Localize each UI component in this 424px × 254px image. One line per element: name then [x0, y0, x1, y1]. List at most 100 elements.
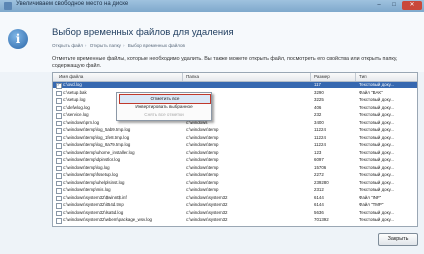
- table-row[interactable]: c:\windows\system32\lsa5d.log c:\windows\…: [53, 209, 417, 217]
- row-checkbox[interactable]: [56, 180, 62, 187]
- cell-type: Текстовый доку...: [359, 119, 394, 125]
- row-checkbox[interactable]: [56, 120, 62, 127]
- cell-type: Текстовый доку...: [359, 164, 394, 170]
- page-title: Выбор временных файлов для удаления: [52, 27, 234, 38]
- row-checkbox[interactable]: [56, 218, 62, 224]
- cell-size: 11224: [314, 134, 326, 140]
- row-checkbox[interactable]: [56, 135, 62, 142]
- info-icon: i: [8, 29, 28, 49]
- cell-size: 11224: [314, 142, 326, 147]
- column-type[interactable]: Тип: [359, 74, 367, 79]
- cell-name: c:\windows\temp\uhelplsinst.log: [63, 179, 125, 185]
- cell-type: Текстовый доку...: [359, 157, 394, 162]
- column-divider[interactable]: [182, 73, 183, 81]
- cell-folder: c:\windows\system32: [186, 194, 228, 200]
- cell-size: 117: [314, 82, 321, 87]
- row-checkbox[interactable]: [56, 105, 62, 112]
- table-row[interactable]: c:\windows\system32\$winnt$.inf c:\window…: [53, 194, 417, 202]
- table-row[interactable]: c:\windows\temp\uhelplsinst.log c:\window…: [53, 179, 417, 187]
- cell-size: 701392: [314, 217, 329, 222]
- files-table[interactable]: Имя файла Папка Размер Тип c:\ovd.log 117…: [52, 72, 418, 227]
- table-row[interactable]: c:\windows\system32\wbem\package_wsv.log…: [53, 217, 417, 224]
- cell-folder: c:\windows\temp: [186, 164, 219, 170]
- cell-type: Текстовый доку...: [359, 217, 394, 222]
- cell-size: 5636: [314, 209, 324, 215]
- cell-name: c:\windows\system32\lsa5d.log: [63, 209, 124, 215]
- table-row[interactable]: c:\service.log 232 Текстовый доку...: [53, 112, 417, 119]
- table-row[interactable]: c:\windows\temp\log.log c:\windows\temp 15…: [53, 164, 417, 172]
- cell-size: 6097: [314, 157, 324, 162]
- cell-size: 406: [314, 104, 322, 110]
- window-title: Увеличиваем свободное место на диске: [16, 1, 129, 7]
- table-row[interactable]: c:\windows\temp\log_8a79.tmp.log c:\windo…: [53, 142, 417, 149]
- breadcrumb-separator: ›: [122, 43, 125, 48]
- row-checkbox[interactable]: [56, 203, 62, 209]
- cell-folder: c:\windows\temp: [186, 179, 219, 185]
- table-row[interactable]: c:\defwlog.log 406 Текстовый доку...: [53, 104, 417, 112]
- cell-folder: c:\windows\temp: [186, 142, 219, 147]
- cell-type: Текстовый доку...: [359, 187, 394, 192]
- cell-size: 239280: [314, 179, 329, 185]
- table-row[interactable]: c:\setup.bak 3290 Файл "BAK": [53, 89, 417, 97]
- app-icon: [4, 2, 12, 10]
- row-checkbox[interactable]: [56, 150, 62, 157]
- cell-size: 123: [314, 149, 322, 155]
- cell-size: 11224: [314, 127, 326, 132]
- table-row[interactable]: c:\windows\temp\uhome_installer.log c:\wi…: [53, 149, 417, 157]
- column-divider[interactable]: [310, 73, 311, 81]
- cell-type: Текстовый доку...: [359, 127, 394, 132]
- row-checkbox[interactable]: [56, 113, 62, 119]
- step-select-files[interactable]: Выбор временных файлов: [128, 43, 185, 48]
- column-name[interactable]: Имя файла: [59, 74, 83, 79]
- cell-type: Текстовый доку...: [359, 179, 394, 185]
- maximize-button[interactable]: □: [387, 1, 401, 10]
- row-checkbox[interactable]: [56, 82, 62, 89]
- cell-type: Текстовый доку...: [359, 97, 394, 102]
- row-checkbox[interactable]: [56, 210, 62, 217]
- cell-name: c:\setup.bak: [63, 89, 87, 95]
- table-row[interactable]: c:\windows\temp\log_5ab9.tmp.log c:\windo…: [53, 127, 417, 134]
- step-open-folder[interactable]: Открыть папку: [90, 43, 121, 48]
- cell-folder: c:\windows\system32: [186, 209, 228, 215]
- table-row[interactable]: c:\windows\temp\log_1fe8.tmp.log c:\windo…: [53, 134, 417, 142]
- table-row[interactable]: c:\windows\temp\fssetup.log c:\windows\te…: [53, 172, 417, 179]
- cell-folder: c:\windows\system32: [186, 217, 228, 222]
- row-checkbox[interactable]: [56, 128, 62, 134]
- table-row[interactable]: c:\windows\temp\dpinstlor.log c:\windows\…: [53, 157, 417, 164]
- cell-size: 3400: [314, 119, 324, 125]
- row-checkbox[interactable]: [56, 90, 62, 97]
- row-checkbox[interactable]: [56, 143, 62, 149]
- table-row[interactable]: c:\windows\system32\it54d.tmp c:\windows\…: [53, 202, 417, 209]
- table-row[interactable]: c:\windows\prn.log c:\windows 3400 Текстовы…: [53, 119, 417, 127]
- table-row[interactable]: c:\windows\temp\mis.log c:\windows\temp 23…: [53, 187, 417, 194]
- table-row[interactable]: c:\setup.log 3225 Текстовый доку...: [53, 97, 417, 104]
- minimize-button[interactable]: –: [372, 1, 386, 10]
- cell-name: c:\windows\temp\log_1fe8.tmp.log: [63, 134, 130, 140]
- column-folder[interactable]: Папка: [186, 74, 199, 79]
- cell-name: c:\service.log: [63, 112, 89, 117]
- cell-size: 6144: [314, 202, 324, 207]
- cell-size: 2272: [314, 172, 324, 177]
- cell-size: 15706: [314, 164, 327, 170]
- row-checkbox[interactable]: [56, 158, 62, 164]
- close-window-button[interactable]: ✕: [402, 1, 422, 10]
- menu-item-invert-selection[interactable]: Инвертировать выбранное: [119, 103, 209, 111]
- row-checkbox[interactable]: [56, 173, 62, 179]
- column-divider[interactable]: [355, 73, 356, 81]
- cell-type: Текстовый доку...: [359, 142, 394, 147]
- column-size[interactable]: Размер: [314, 74, 330, 79]
- row-checkbox[interactable]: [56, 188, 62, 194]
- page-description: Отметьте временные файлы, которые необхо…: [52, 56, 398, 69]
- cell-size: 3225: [314, 97, 324, 102]
- wizard-header: i Выбор временных файлов для удаления От…: [0, 12, 424, 72]
- cell-name: c:\defwlog.log: [63, 104, 90, 110]
- cell-type: Текстовый доку...: [359, 209, 394, 215]
- close-button[interactable]: Закрыть: [378, 233, 418, 246]
- cell-type: Текстовый доку...: [359, 149, 394, 155]
- table-row[interactable]: c:\ovd.log 117 Текстовый доку...: [53, 82, 417, 89]
- row-checkbox[interactable]: [56, 98, 62, 104]
- row-checkbox[interactable]: [56, 195, 62, 202]
- row-checkbox[interactable]: [56, 165, 62, 172]
- step-open-file[interactable]: Открыть файл: [52, 43, 83, 48]
- cell-size: 3290: [314, 89, 324, 95]
